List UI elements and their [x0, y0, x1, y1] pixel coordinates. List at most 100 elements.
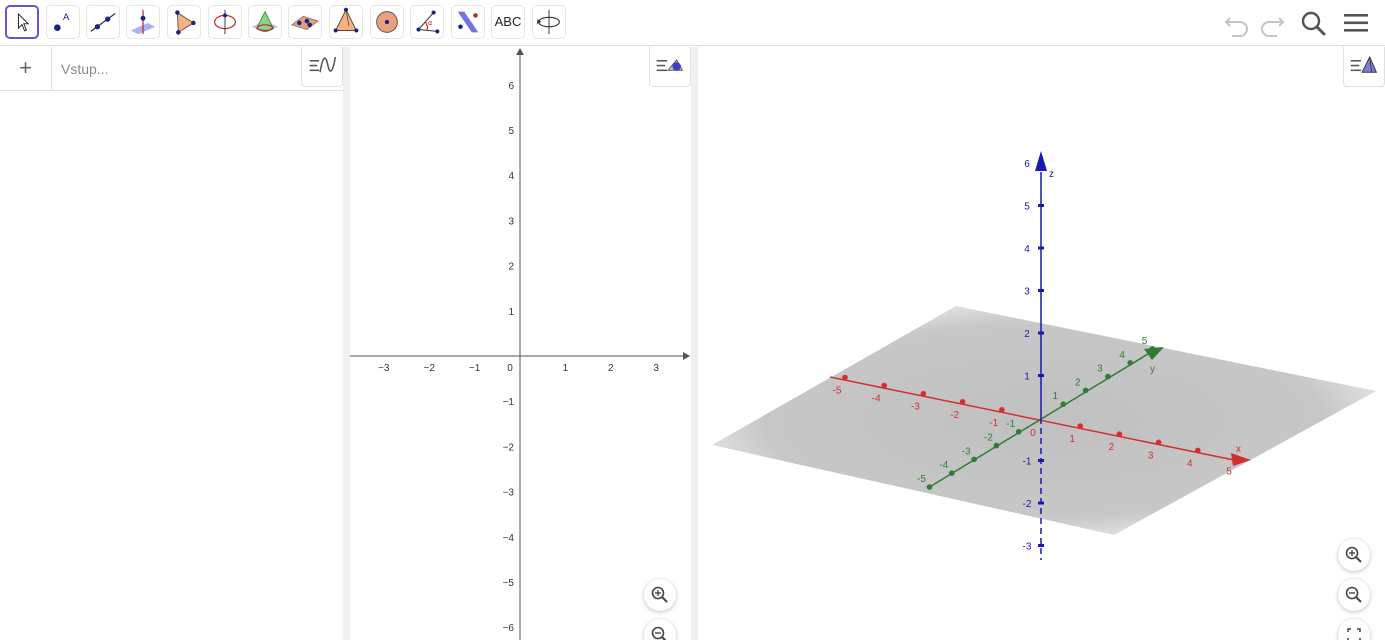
line-icon — [90, 13, 116, 32]
origin-label-3d: 0 — [1030, 428, 1036, 439]
algebra-settings-icon — [309, 56, 337, 73]
zoom-out-2d-button[interactable] — [644, 619, 676, 640]
x-tick-label-2d: 2 — [608, 363, 614, 374]
y-tick-label-2d: −6 — [503, 623, 515, 634]
x-tick-mark-3d — [1116, 431, 1123, 438]
rotate-view-icon — [536, 9, 560, 35]
z-tick-label-3d: 5 — [1024, 202, 1030, 213]
y-tick-label-3d: -5 — [917, 474, 926, 485]
svg-text:α: α — [428, 19, 433, 27]
reflect-about-plane-tool[interactable] — [451, 5, 485, 39]
x-tick-label-3d: 4 — [1187, 458, 1193, 469]
x-tick-label-2d: −3 — [378, 363, 390, 374]
y-tick-label-3d: -1 — [1006, 419, 1015, 430]
z-axis-3d-arrow — [1035, 151, 1047, 171]
toolbar: A α ABC — [0, 0, 1385, 46]
graphics-settings-icon — [656, 58, 684, 72]
undo-button[interactable] — [1220, 6, 1254, 40]
y-tick-mark-3d — [949, 470, 955, 477]
zoom-in-icon — [1345, 546, 1362, 563]
zoom-in-3d-button[interactable] — [1338, 539, 1370, 571]
reflect-about-plane-icon — [457, 11, 479, 33]
move-tool[interactable] — [5, 5, 39, 39]
plane-through-points-tool[interactable] — [288, 5, 322, 39]
zoom-in-2d-button[interactable] — [644, 579, 676, 611]
intersect-surfaces-tool[interactable] — [248, 5, 282, 39]
zoom-out-icon — [651, 626, 667, 640]
pyramid-icon — [333, 7, 359, 33]
y-tick-label-2d: −2 — [503, 442, 515, 453]
fullscreen-button[interactable] — [1338, 619, 1370, 640]
graphics-view-2d[interactable]: −3 −2 −1 0 1 2 3 1 2 3 4 5 6 −1 −2 −3 −4 −5 −6 — [350, 47, 691, 640]
algebra-input[interactable] — [61, 59, 281, 79]
pyramid-tool[interactable] — [329, 5, 363, 39]
zoom-in-icon — [651, 586, 668, 603]
circle-around-axis-icon — [214, 9, 236, 35]
x-tick-label-3d: 2 — [1109, 442, 1115, 453]
y-tick-mark-3d — [1015, 429, 1022, 435]
perpendicular-tool[interactable] — [126, 5, 160, 39]
graphics-view-3d[interactable]: -5 -4 -3 -2 -1 1 2 3 4 5 -5 -4 -3 -2 -1 1 2 3 4 5 -3 -2 -1 1 2 3 4… — [698, 47, 1385, 640]
y-tick-label-2d: −4 — [503, 533, 515, 544]
x-tick-mark-3d — [842, 374, 848, 381]
graphics-2d-settings-button[interactable] — [649, 47, 691, 87]
y-tick-label-3d: 2 — [1075, 377, 1081, 388]
algebra-view: + — [0, 47, 343, 640]
geogebra-3d-app: A α ABC + Vstup... −3 −2 −1 0 1 2 3 1 2 … — [0, 0, 1385, 640]
z-tick-label-3d: -2 — [1023, 499, 1032, 510]
z-tick-label-3d: 1 — [1024, 372, 1030, 383]
sphere-icon — [376, 11, 398, 33]
search-icon — [1301, 11, 1326, 36]
add-item-button[interactable]: + — [0, 47, 52, 91]
z-tick-label-3d: 6 — [1024, 159, 1030, 170]
graphics-3d-canvas[interactable]: -5 -4 -3 -2 -1 1 2 3 4 5 -5 -4 -3 -2 -1 1 2 3 4 5 -3 -2 -1 1 2 3 4… — [698, 47, 1385, 640]
x-tick-label-3d: 3 — [1148, 450, 1154, 461]
y-tick-mark-3d — [1060, 401, 1067, 408]
perpendicular-line-icon — [130, 9, 156, 35]
algebra-input-row: + — [0, 47, 343, 91]
zoom-out-3d-button[interactable] — [1338, 579, 1370, 611]
y-tick-label-3d: -3 — [962, 446, 971, 457]
rotate-view-tool[interactable] — [532, 5, 566, 39]
text-tool[interactable]: ABC — [491, 5, 525, 39]
arrow-cursor-icon — [17, 12, 30, 32]
y-tick-label-2d: −1 — [503, 397, 515, 408]
y-tick-label-2d: 3 — [508, 216, 514, 227]
zoom-out-icon — [1345, 586, 1362, 603]
polygon-icon — [175, 10, 196, 35]
angle-tool[interactable]: α — [410, 5, 444, 39]
point-tool[interactable]: A — [46, 5, 80, 39]
y-tick-label-2d: 2 — [508, 262, 514, 273]
redo-button[interactable] — [1255, 6, 1289, 40]
y-tick-label-3d: -4 — [939, 460, 948, 471]
x-tick-label-3d: -4 — [872, 394, 881, 405]
y-tick-mark-3d — [926, 484, 933, 490]
search-button[interactable] — [1296, 6, 1330, 40]
sphere-tool[interactable] — [370, 5, 404, 39]
x-tick-mark-3d — [1234, 455, 1240, 462]
plane-through-points-icon — [291, 15, 319, 30]
y-tick-label-2d: 5 — [508, 126, 514, 137]
x-tick-mark-3d — [881, 382, 887, 389]
fullscreen-icon — [1347, 628, 1361, 640]
main-menu-button[interactable] — [1339, 6, 1373, 40]
x-tick-label-3d: -3 — [911, 402, 920, 413]
polygon-tool[interactable] — [167, 5, 201, 39]
line-tool[interactable] — [86, 5, 120, 39]
x-tick-label-3d: 1 — [1069, 434, 1075, 445]
z-tick-label-3d: 2 — [1024, 329, 1030, 340]
panel-divider-right[interactable] — [691, 47, 698, 640]
x-tick-label-3d: -5 — [833, 386, 842, 397]
panel-divider-left[interactable] — [343, 47, 350, 640]
y-tick-mark-3d — [1082, 387, 1089, 394]
x-tick-label-3d: 5 — [1226, 467, 1232, 478]
circle-around-axis-tool[interactable] — [208, 5, 242, 39]
y-tick-mark-3d — [993, 442, 1000, 449]
graphics-3d-settings-button[interactable] — [1343, 47, 1385, 87]
x-tick-mark-3d — [959, 399, 966, 405]
redo-icon — [1261, 17, 1285, 37]
algebra-settings-button[interactable] — [301, 47, 343, 87]
graphics-2d-canvas[interactable]: −3 −2 −1 0 1 2 3 1 2 3 4 5 6 −1 −2 −3 −4 −5 −6 — [350, 47, 691, 640]
axis-label-y: y — [1150, 364, 1155, 375]
svg-text:A: A — [63, 11, 70, 22]
